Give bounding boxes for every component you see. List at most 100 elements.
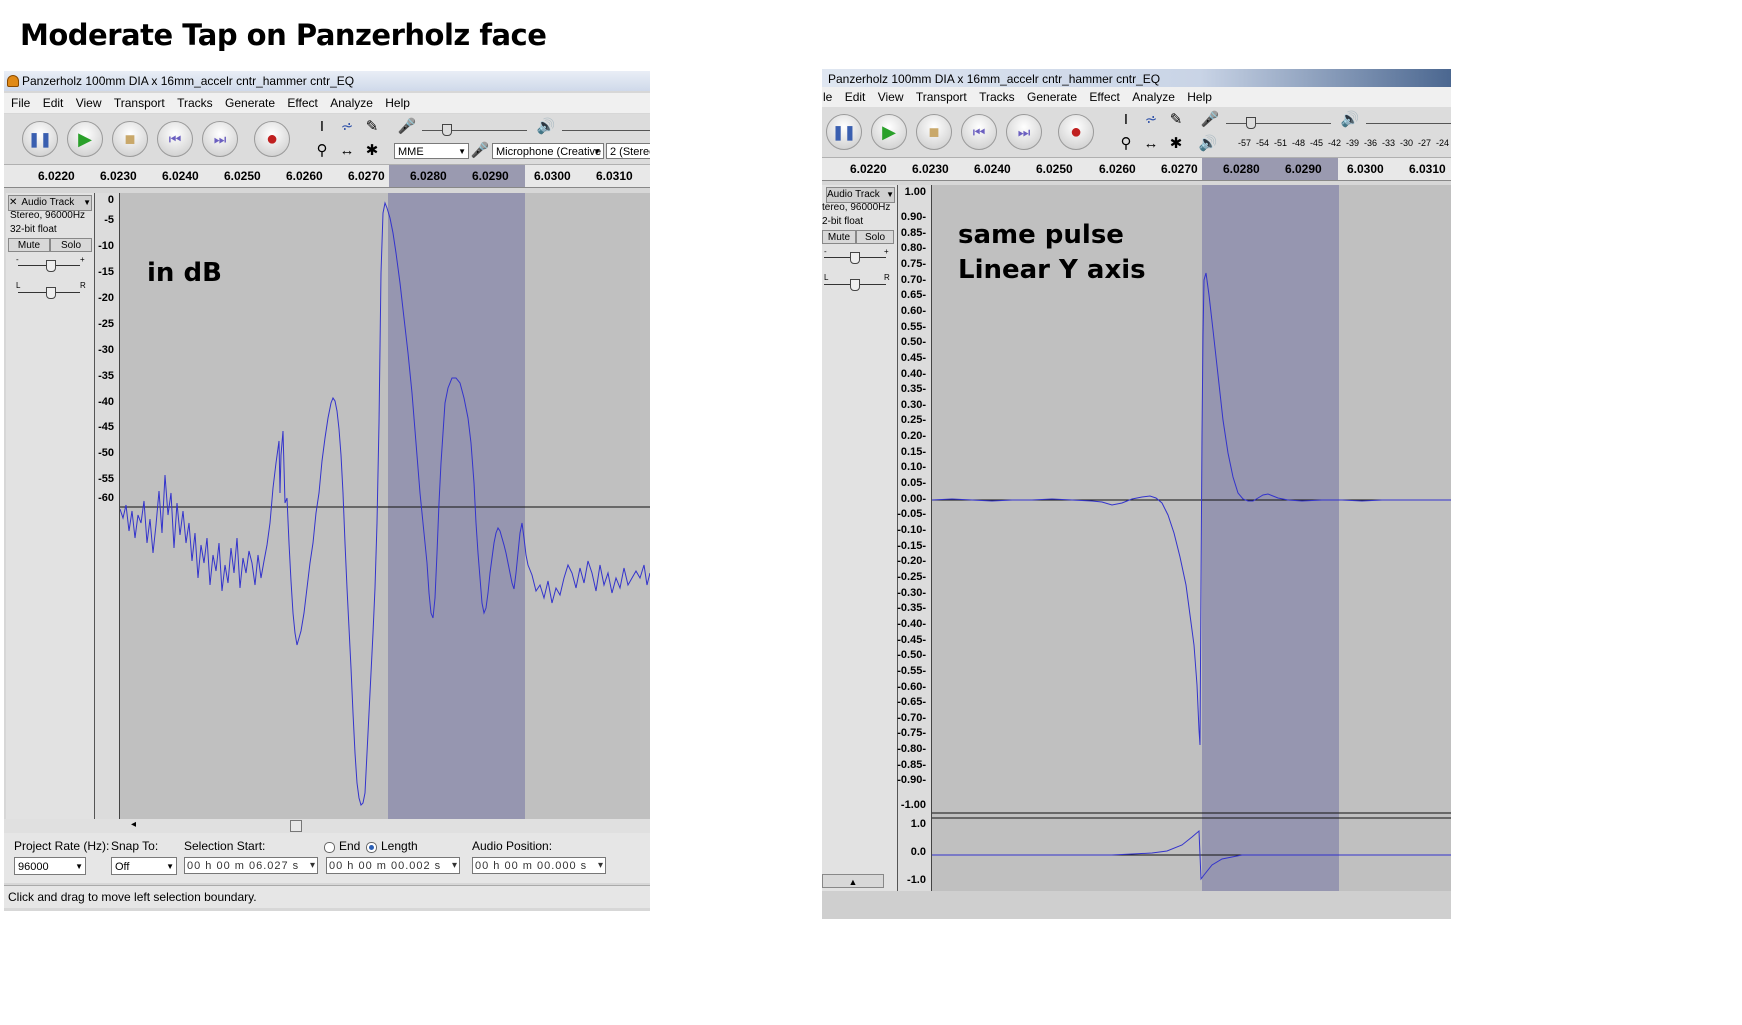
pan-slider-thumb[interactable] [850,279,860,291]
stop-button[interactable]: ■ [112,121,148,157]
selection-tool-icon[interactable]: I [312,117,332,137]
ruler-tick: 6.0250 [224,169,261,183]
menu-view[interactable]: View [76,96,102,110]
zoom-tool-icon[interactable]: ⚲ [1116,134,1136,154]
menu-analyze[interactable]: Analyze [330,96,373,110]
menu-effect[interactable]: Effect [1089,90,1119,104]
track-name-menu[interactable]: ✕ Audio Track ▼ [8,195,92,211]
play-button[interactable]: ▶ [871,114,907,150]
page-title: Moderate Tap on Panzerholz face [20,18,547,52]
input-device-select[interactable]: Microphone (Creative [492,143,604,159]
gain-slider-thumb[interactable] [46,260,56,272]
playback-level-slider[interactable] [1366,123,1451,124]
timeshift-tool-icon[interactable]: ↔ [337,141,357,161]
stop-button[interactable]: ■ [916,114,952,150]
menu-help[interactable]: Help [385,96,410,110]
playback-level-slider[interactable] [562,130,650,131]
menu-generate[interactable]: Generate [225,96,275,110]
left-waveform-line [120,201,650,806]
end-radio[interactable] [324,842,335,853]
right-timeline-ruler[interactable]: 6.0220 6.0230 6.0240 6.0250 6.0260 6.027… [822,158,1451,181]
right-waveform-plot [932,272,1451,881]
y-axis-label: 0.45- [900,351,926,364]
left-menubar: File Edit View Transport Tracks Generate… [4,93,650,113]
length-radio[interactable] [366,842,377,853]
play-icon: ▶ [78,128,92,149]
snap-to-select[interactable]: Off [111,857,177,875]
left-db-vertical-ruler: 0 -5 -10 -15 -20 -25 -30 -35 -40 -45 -50… [95,193,120,819]
record-level-slider[interactable] [422,130,527,131]
selection-tool-icon[interactable]: I [1116,110,1136,130]
record-button[interactable]: ● [254,121,290,157]
left-annotation: in dB [147,258,222,288]
skip-start-button[interactable]: ⏮ [961,114,997,150]
playback-meter[interactable]: -57 -54 -51 -48 -45 -42 -39 -36 -33 -30 … [1230,138,1451,152]
selection-start-field[interactable]: 00 h 00 m 06.027 s [184,857,318,874]
left-waveform-area[interactable]: in dB [120,193,650,819]
mic-meter-icon: 🎤 [1200,111,1220,128]
pause-button[interactable]: ❚❚ [22,121,58,157]
left-timeline-ruler[interactable]: 6.0220 6.0230 6.0240 6.0250 6.0260 6.027… [4,165,650,188]
scroll-left-arrow-icon[interactable]: ◂ [131,819,136,830]
zoom-tool-icon[interactable]: ⚲ [312,141,332,161]
y-axis-label: 0.60- [900,304,926,317]
skip-end-button[interactable]: ⏭ [202,121,238,157]
mute-button[interactable]: Mute [8,238,50,252]
solo-button[interactable]: Solo [50,238,92,252]
play-button[interactable]: ▶ [67,121,103,157]
menu-file[interactable]: File [11,96,30,110]
menu-generate[interactable]: Generate [1027,90,1077,104]
record-level-thumb[interactable] [442,124,452,136]
menu-effect[interactable]: Effect [287,96,317,110]
y-axis-label: -0.45- [897,633,926,646]
menu-edit[interactable]: Edit [845,90,866,104]
timeshift-tool-icon[interactable]: ↔ [1141,134,1161,154]
left-status-bar: Click and drag to move left selection bo… [4,885,650,908]
gain-slider-thumb[interactable] [850,252,860,264]
menu-file[interactable]: le [823,90,832,104]
solo-button[interactable]: Solo [856,230,894,244]
menu-edit[interactable]: Edit [43,96,64,110]
right-waveform-area[interactable]: same pulse Linear Y axis [932,185,1451,891]
y-axis-label: -0.20- [897,555,926,568]
project-rate-select[interactable]: 96000 [14,857,86,875]
menu-analyze[interactable]: Analyze [1132,90,1175,104]
audio-host-select[interactable]: MME [394,143,469,159]
record-level-thumb[interactable] [1246,117,1256,129]
menu-transport[interactable]: Transport [916,90,967,104]
draw-tool-icon[interactable]: ✎ [1166,110,1186,130]
track-close-icon[interactable]: ✕ [9,197,17,208]
record-button[interactable]: ● [1058,114,1094,150]
skip-end-button[interactable]: ⏭ [1006,114,1042,150]
record-level-slider[interactable] [1226,123,1331,124]
collapse-track-button[interactable]: ▲ [822,874,884,888]
left-horizontal-scrollbar[interactable]: ◂ [4,819,650,833]
envelope-tool-icon[interactable]: ⩫ [337,117,357,137]
length-field[interactable]: 00 h 00 m 00.002 s [326,857,460,874]
gain-minus-label: - [824,247,827,256]
ruler-tick: 6.0250 [1036,162,1073,176]
draw-tool-icon[interactable]: ✎ [362,117,382,137]
skip-start-button[interactable]: ⏮ [157,121,193,157]
multi-tool-icon[interactable]: ✱ [362,141,382,161]
y-axis-label: -10 [98,240,114,252]
menu-tracks[interactable]: Tracks [177,96,213,110]
audio-position-field[interactable]: 00 h 00 m 00.000 s [472,857,606,874]
pan-slider-thumb[interactable] [46,287,56,299]
left-titlebar: Panzerholz 100mm DIA x 16mm_accelr cntr_… [4,71,650,91]
y-axis-label: 0.65- [900,289,926,302]
scrollbar-thumb[interactable] [290,820,302,832]
input-channels-select[interactable]: 2 (Stereo) [606,143,650,159]
menu-view[interactable]: View [878,90,904,104]
envelope-tool-icon[interactable]: ⩫ [1141,110,1161,130]
multi-tool-icon[interactable]: ✱ [1166,134,1186,154]
menu-transport[interactable]: Transport [114,96,165,110]
menu-help[interactable]: Help [1187,90,1212,104]
track-name-menu[interactable]: Audio Track ▼ [826,187,895,203]
project-rate-label: Project Rate (Hz): [14,839,110,853]
y-axis-label: 0.30- [900,398,926,411]
menu-tracks[interactable]: Tracks [979,90,1015,104]
pause-button[interactable]: ❚❚ [826,114,862,150]
meter-tick: -48 [1292,138,1306,148]
mute-button[interactable]: Mute [822,230,856,244]
